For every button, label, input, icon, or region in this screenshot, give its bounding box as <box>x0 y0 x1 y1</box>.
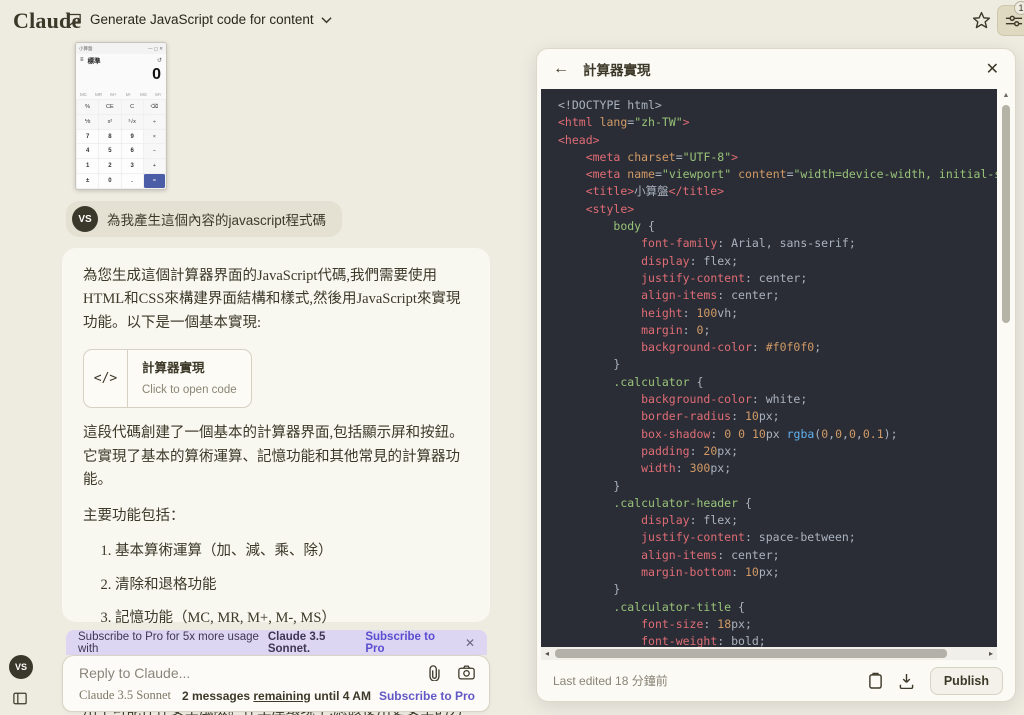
artifact-subtitle: Click to open code <box>142 383 237 396</box>
calc-button: × <box>143 129 165 144</box>
calc-memory-key: MS <box>140 92 147 97</box>
reply-input[interactable]: Reply to Claude... <box>79 665 190 681</box>
back-button[interactable]: ← <box>553 60 569 78</box>
calc-memory-key: M+ <box>110 92 117 97</box>
artifact-title: 計算器實現 <box>142 361 205 376</box>
calc-button: ⅟x <box>77 114 99 129</box>
calc-window-title: 小算盤 <box>79 45 93 51</box>
calc-button: 0 <box>99 174 121 188</box>
calc-button: 3 <box>121 159 143 174</box>
calc-memory-key: M- <box>125 92 132 97</box>
horizontal-scrollbar[interactable]: ◂ ▸ <box>541 647 997 660</box>
calc-button: − <box>143 144 165 159</box>
model-selector[interactable]: Claude 3.5 Sonnet <box>79 688 171 703</box>
calc-memory-key: M˅ <box>155 92 162 97</box>
calc-button: ± <box>77 174 99 188</box>
star-icon <box>972 11 991 29</box>
calc-button: 6 <box>121 144 143 159</box>
calc-button: ²√x <box>121 114 143 129</box>
publish-button[interactable]: Publish <box>929 666 1003 695</box>
features-heading: 主要功能包括： <box>83 507 185 524</box>
chat-icon <box>68 13 81 27</box>
code-viewer: <!DOCTYPE html> <html lang="zh-TW"> <head>… <box>541 89 997 647</box>
code-content: <!DOCTYPE html> <html lang="zh-TW"> <head>… <box>558 98 997 647</box>
calc-button: 9 <box>121 129 143 144</box>
horizontal-scrollbar-thumb[interactable] <box>555 649 947 658</box>
calc-button: 8 <box>99 129 121 144</box>
banner-close-icon[interactable]: ✕ <box>465 636 475 650</box>
user-message-text: 為我產生這個內容的javascript程式碼 <box>107 213 327 228</box>
assistant-paragraph: 為您生成這個計算器界面的JavaScript代碼,我們需要使用HTML和CSS來… <box>83 268 461 331</box>
conversation-title-menu[interactable]: Generate JavaScript code for content <box>66 11 332 28</box>
subscribe-banner: Subscribe to Pro for 5x more usage with … <box>66 630 487 655</box>
attachment-calculator-thumbnail[interactable]: 小算盤 — ▢ ✕ ≡ 標準 ↺ 0 MC MR M+ M- MS M˅ % CE C ⌫ ⅟x x… <box>75 42 167 190</box>
download-icon[interactable] <box>899 673 914 689</box>
calc-button: CE <box>99 100 121 114</box>
vertical-scrollbar[interactable]: ▲ <box>999 91 1013 645</box>
calc-button: 7 <box>77 129 99 144</box>
chevron-down-icon <box>321 16 332 23</box>
calc-button: 2 <box>99 159 121 174</box>
copy-icon[interactable] <box>868 672 883 689</box>
calc-display: 0 <box>152 66 161 83</box>
calc-button: . <box>121 174 143 188</box>
calc-button: % <box>77 100 99 114</box>
assistant-message: 為您生成這個計算器界面的JavaScript代碼,我們需要使用HTML和CSS來… <box>62 248 490 715</box>
calc-memory-row: MC MR M+ M- MS M˅ <box>76 90 166 99</box>
banner-bold-text: Claude 3.5 Sonnet. <box>267 630 326 655</box>
vertical-scrollbar-thumb[interactable] <box>1002 105 1010 323</box>
artifact-panel-header: ← 計算器實現 ✕ <box>537 49 1015 89</box>
calc-button: ÷ <box>143 114 165 129</box>
calc-button-grid: % CE C ⌫ ⅟x x² ²√x ÷ 7 8 9 × 4 5 6− 1 2 3 + ±0. = <box>76 99 166 189</box>
calc-memory-key: MC <box>80 92 87 97</box>
history-icon: ↺ <box>156 57 162 64</box>
feature-item: 記憶功能（MC, MR, M+, M-, MS） <box>115 607 469 630</box>
account-avatar[interactable]: VS <box>9 655 33 679</box>
calc-button: = <box>143 174 165 188</box>
scroll-up-arrow[interactable]: ▲ <box>999 91 1013 101</box>
panel-close-icon[interactable]: ✕ <box>986 59 999 79</box>
artifact-panel-title: 計算器實現 <box>583 63 651 78</box>
feature-item: 基本算術運算（加、減、乘、除） <box>115 540 469 563</box>
calc-button: 5 <box>99 144 121 159</box>
calc-memory-key: MR <box>95 92 102 97</box>
quota-text: 2 messages remaining until 4 AM <box>182 688 371 703</box>
composer: Reply to Claude... Claude 3.5 Sonnet 2 m… <box>62 655 490 712</box>
screenshot-icon[interactable] <box>458 665 475 680</box>
artifact-panel-footer: Last edited 18 分鐘前 Publish <box>537 660 1015 701</box>
code-icon: </> <box>84 350 128 408</box>
calc-window-controls: — ▢ ✕ <box>147 45 163 51</box>
sidebar-icon <box>13 692 27 705</box>
sidebar-toggle-button[interactable] <box>13 692 27 705</box>
calc-button: + <box>143 159 165 174</box>
calc-button: 4 <box>77 144 99 159</box>
star-button[interactable] <box>971 10 993 32</box>
feature-item: 清除和退格功能 <box>115 574 469 597</box>
calc-button: C <box>121 100 143 114</box>
scroll-right-arrow[interactable]: ▸ <box>985 649 997 658</box>
calc-titlebar: 小算盤 — ▢ ✕ <box>76 43 166 54</box>
claude-app: Claude Generate JavaScript code for cont… <box>0 0 1024 715</box>
attach-icon[interactable] <box>427 665 442 681</box>
artifact-panel: ← 計算器實現 ✕ <!DOCTYPE html> <html lang="zh-… <box>536 48 1016 702</box>
last-edited-label: Last edited 18 分鐘前 <box>553 674 668 688</box>
calc-button: ⌫ <box>143 100 165 114</box>
banner-text: Subscribe to Pro for 5x more usage with <box>78 630 259 655</box>
user-message: VS 為我產生這個內容的javascript程式碼 <box>66 201 343 237</box>
scroll-left-arrow[interactable]: ◂ <box>541 649 553 658</box>
calc-menubar: ≡ 標準 ↺ <box>76 54 166 66</box>
conversation-title: Generate JavaScript code for content <box>90 12 314 27</box>
settings-badge: 1 <box>1014 1 1024 15</box>
calc-button: x² <box>99 114 121 129</box>
calc-button: 1 <box>77 159 99 174</box>
user-avatar: VS <box>72 206 98 232</box>
calc-mode-label: 標準 <box>87 58 101 65</box>
artifact-card[interactable]: </> 計算器實現 Click to open code <box>83 349 252 409</box>
assistant-paragraph: 這段代碼創建了一個基本的計算器界面,包括顯示屏和按鈕。它實現了基本的算術運算、記… <box>83 425 464 489</box>
banner-subscribe-link[interactable]: Subscribe to Pro <box>365 631 449 655</box>
subscribe-to-pro-link[interactable]: Subscribe to Pro <box>379 689 475 703</box>
hamburger-icon: ≡ <box>80 57 84 63</box>
